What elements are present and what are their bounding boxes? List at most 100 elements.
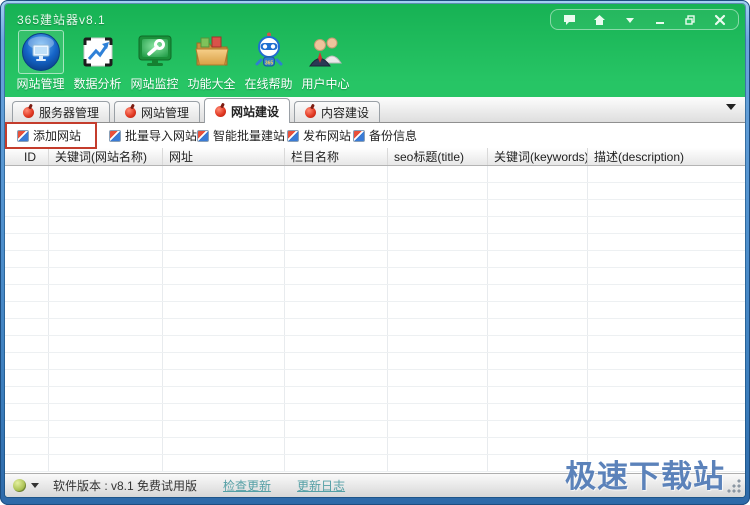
add-site-button[interactable]: 添加网站 [17, 127, 81, 144]
minimize-icon[interactable] [653, 14, 666, 25]
resize-grip[interactable] [727, 479, 741, 493]
tab-site-build[interactable]: 网站建设 [204, 98, 291, 123]
table-cell [588, 251, 745, 267]
features-folder-icon [189, 30, 235, 74]
batch-import-sites-button[interactable]: 批量导入网站 [109, 127, 197, 144]
menu-dropdown-icon[interactable] [623, 14, 636, 25]
table-cell [163, 200, 285, 216]
column-header-keyword[interactable]: 关键词(网站名称) [49, 148, 163, 165]
column-header-seo-title[interactable]: seo标题(title) [388, 148, 488, 165]
toolbar-item-site-monitor[interactable]: 网站监控 [126, 30, 183, 96]
table-cell [588, 438, 745, 454]
svg-text:365: 365 [264, 61, 273, 67]
feedback-icon[interactable] [563, 14, 576, 25]
toolbar-item-features[interactable]: 功能大全 [183, 30, 240, 96]
tab-overflow-icon[interactable] [726, 104, 736, 110]
table-cell [49, 319, 163, 335]
toolbar-item-label: 数据分析 [73, 77, 122, 91]
table-cell [5, 336, 49, 352]
table-cell [488, 217, 588, 233]
table-row[interactable] [5, 302, 745, 319]
check-update-link[interactable]: 检查更新 [223, 477, 271, 494]
table-row[interactable] [5, 268, 745, 285]
site-monitor-wrench-icon [132, 30, 178, 74]
table-cell [588, 319, 745, 335]
column-header-description[interactable]: 描述(description) [588, 148, 745, 165]
update-log-link[interactable]: 更新日志 [297, 477, 345, 494]
home-icon[interactable] [593, 14, 606, 25]
table-cell [5, 285, 49, 301]
table-cell [488, 404, 588, 420]
action-label: 发布网站 [303, 129, 352, 143]
table-row[interactable] [5, 319, 745, 336]
table-cell [388, 404, 488, 420]
table-cell [488, 455, 588, 471]
table-cell [588, 217, 745, 233]
tab-site-manage[interactable]: 网站管理 [114, 101, 201, 122]
table-row[interactable] [5, 217, 745, 234]
mascot-icon[interactable] [13, 479, 26, 492]
table-cell [49, 421, 163, 437]
table-cell [488, 302, 588, 318]
table-row[interactable] [5, 200, 745, 217]
table-cell [49, 200, 163, 216]
table-cell [163, 217, 285, 233]
table-row[interactable] [5, 353, 745, 370]
table-row[interactable] [5, 166, 745, 183]
toolbar-item-label: 在线帮助 [244, 77, 293, 91]
restore-icon[interactable] [683, 14, 696, 25]
column-header-id[interactable]: ID [5, 148, 49, 165]
table-cell [488, 336, 588, 352]
table-body[interactable] [5, 166, 745, 473]
table-row[interactable] [5, 183, 745, 200]
smart-batch-build-button[interactable]: 智能批量建站 [197, 127, 285, 144]
table-row[interactable] [5, 336, 745, 353]
status-dropdown-icon[interactable] [31, 483, 39, 488]
column-header-keywords[interactable]: 关键词(keywords) [488, 148, 588, 165]
backup-info-button[interactable]: 备份信息 [353, 127, 417, 144]
action-label: 智能批量建站 [213, 129, 286, 143]
table-cell [5, 370, 49, 386]
version-text: 软件版本 : v8.1 免费试用版 [53, 479, 198, 493]
tab-label: 网站建设 [231, 104, 280, 119]
table-cell [588, 353, 745, 369]
table-row[interactable] [5, 455, 745, 472]
status-bar: 软件版本 : v8.1 免费试用版 检查更新 更新日志 [5, 473, 745, 497]
tab-label: 内容建设 [321, 105, 370, 120]
table-cell [388, 370, 488, 386]
column-header-category[interactable]: 栏目名称 [285, 148, 388, 165]
table-row[interactable] [5, 234, 745, 251]
tab-label: 网站管理 [141, 105, 190, 120]
table-cell [388, 268, 488, 284]
tab-content-build[interactable]: 内容建设 [294, 101, 381, 122]
table-row[interactable] [5, 285, 745, 302]
toolbar-item-site-manage[interactable]: 网站管理 [12, 30, 69, 96]
table-cell [388, 200, 488, 216]
toolbar-item-label: 网站监控 [130, 77, 179, 91]
tab-server-manage[interactable]: 服务器管理 [12, 101, 111, 122]
smart-batch-icon [197, 129, 209, 142]
table-cell [49, 302, 163, 318]
table-cell [163, 251, 285, 267]
close-icon[interactable] [713, 14, 726, 25]
table-cell [388, 285, 488, 301]
table-row[interactable] [5, 438, 745, 455]
table-row[interactable] [5, 251, 745, 268]
toolbar-item-online-help[interactable]: 365 在线帮助 [240, 30, 297, 96]
toolbar-item-user-center[interactable]: 用户中心 [297, 30, 354, 96]
title-bar[interactable]: 365建站器v8.1 [5, 4, 745, 30]
table-cell [49, 438, 163, 454]
window-title: 365建站器v8.1 [17, 13, 106, 27]
table-cell [163, 421, 285, 437]
table-row[interactable] [5, 370, 745, 387]
table-cell [488, 200, 588, 216]
table-cell [285, 336, 388, 352]
toolbar-item-data-analysis[interactable]: 数据分析 [69, 30, 126, 96]
column-header-url[interactable]: 网址 [163, 148, 285, 165]
table-row[interactable] [5, 421, 745, 438]
table-row[interactable] [5, 387, 745, 404]
table-row[interactable] [5, 404, 745, 421]
publish-site-button[interactable]: 发布网站 [287, 127, 351, 144]
apple-icon [23, 106, 34, 118]
table-cell [5, 438, 49, 454]
